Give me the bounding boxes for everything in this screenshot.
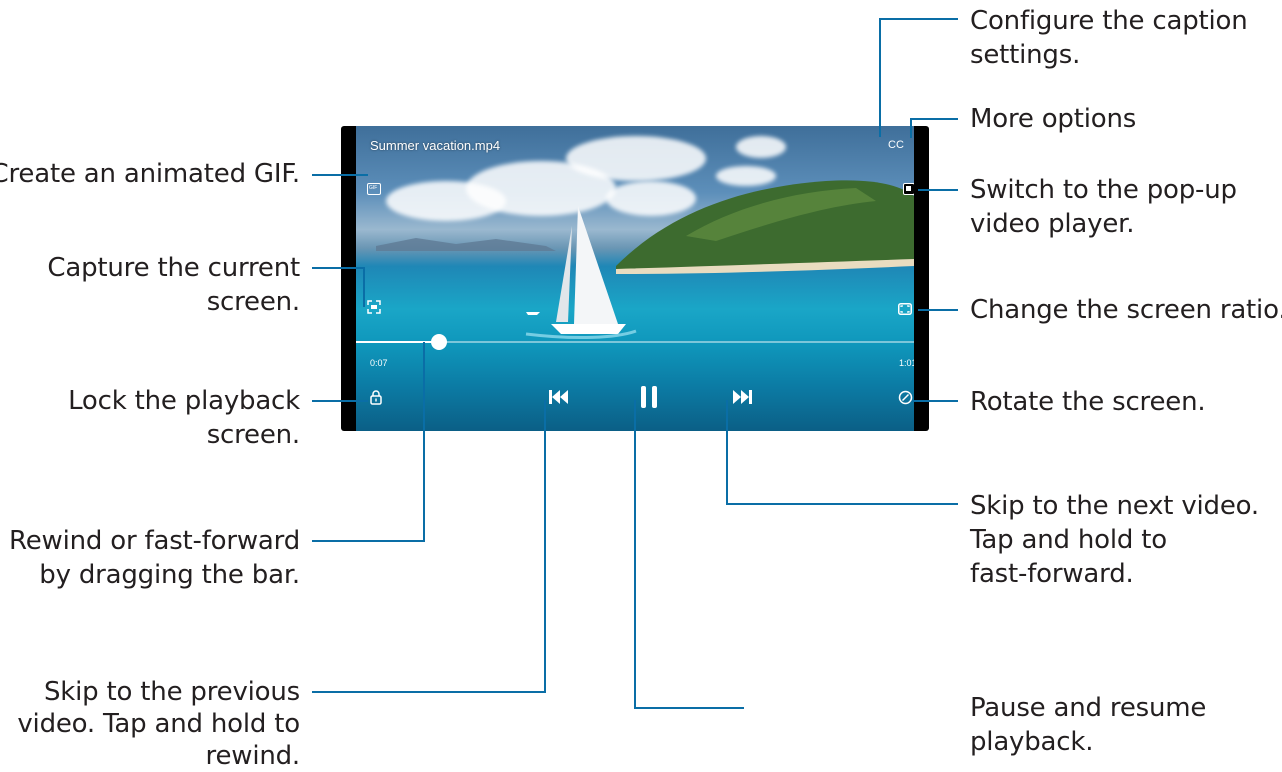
callout-screen-ratio: Change the screen ratio. — [970, 295, 1282, 325]
popup-window-icon — [906, 186, 911, 191]
rotate-screen-button[interactable] — [898, 390, 913, 405]
callout-rotate: Rotate the screen. — [970, 387, 1206, 417]
leader-line — [910, 118, 958, 120]
callout-more-options: More options — [970, 104, 1137, 134]
gif-button[interactable]: GIF — [367, 183, 381, 195]
leader-line — [879, 18, 881, 137]
leader-line — [544, 400, 546, 692]
leader-line — [312, 174, 368, 176]
leader-line — [312, 691, 546, 693]
pause-button[interactable] — [640, 386, 658, 408]
leader-line — [363, 267, 365, 307]
leader-line — [910, 118, 912, 138]
leader-line — [312, 267, 364, 269]
next-video-button[interactable] — [732, 390, 752, 404]
elapsed-time: 0:07 — [370, 358, 388, 368]
callout-popup-player: Switch to the pop-up video player. — [970, 175, 1237, 239]
leader-line — [423, 342, 425, 541]
previous-video-button[interactable] — [549, 390, 569, 404]
seek-bar-thumb[interactable] — [431, 334, 447, 350]
popup-player-button[interactable] — [903, 183, 914, 195]
duration-time: 1:01 — [899, 358, 914, 368]
callout-lock: Lock the playback screen. — [68, 386, 300, 450]
gif-label: GIF — [369, 185, 378, 191]
capture-button[interactable] — [367, 300, 381, 314]
callout-caption-settings: Configure the caption settings. — [970, 6, 1248, 70]
leader-line — [726, 400, 728, 504]
leader-line — [312, 400, 368, 402]
leader-line — [726, 503, 958, 505]
video-screen[interactable]: Summer vacation.mp4 CC GIF 0:07 1:0 — [356, 126, 914, 431]
screen-ratio-button[interactable] — [898, 303, 912, 315]
callout-drag-bar: Rewind or fast-forward by dragging the b… — [9, 526, 300, 590]
scenery-island — [376, 180, 914, 340]
seek-bar-progress — [356, 341, 439, 343]
callout-previous-video: Skip to the previous video. Tap and hold… — [17, 677, 300, 771]
callout-capture: Capture the current screen. — [47, 253, 300, 317]
leader-line — [918, 189, 958, 191]
callout-animated-gif: Create an animated GIF. — [0, 159, 300, 189]
video-player-frame: Summer vacation.mp4 CC GIF 0:07 1:0 — [341, 126, 929, 431]
leader-line — [912, 400, 958, 402]
leader-line — [312, 540, 425, 542]
leader-line — [634, 707, 744, 709]
lock-button[interactable] — [370, 390, 382, 405]
caption-settings-button[interactable]: CC — [888, 139, 904, 151]
callout-pause-resume: Pause and resume playback. — [970, 693, 1207, 757]
leader-line — [918, 309, 958, 311]
leader-line — [879, 18, 958, 20]
leader-line — [634, 400, 636, 708]
video-title: Summer vacation.mp4 — [370, 138, 501, 153]
callout-next-video: Skip to the next video. Tap and hold to … — [970, 491, 1259, 589]
